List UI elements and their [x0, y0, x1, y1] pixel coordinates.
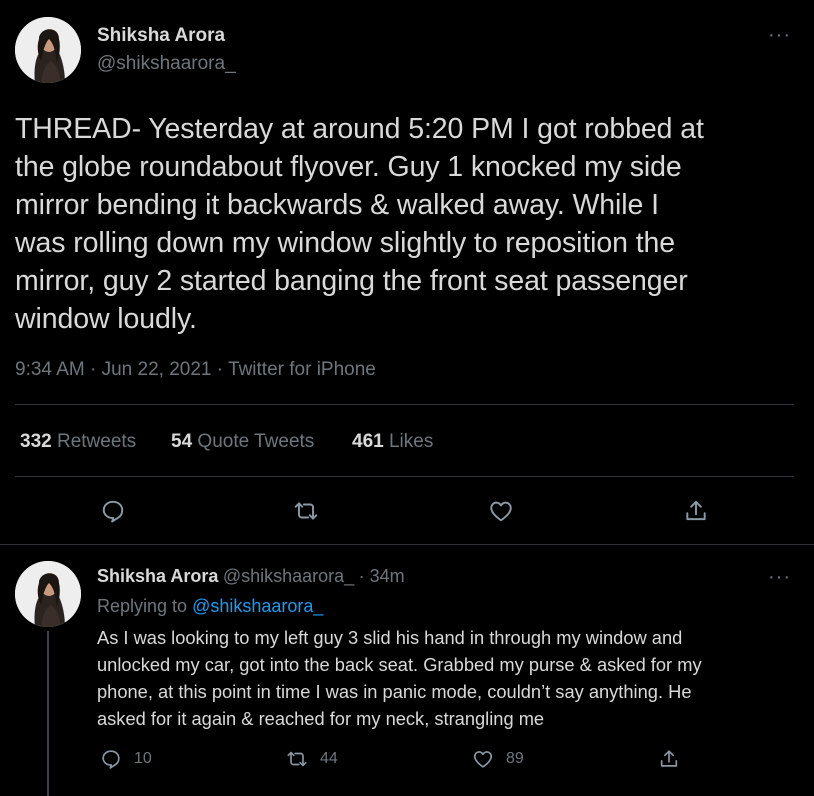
- reply-text: As I was looking to my left guy 3 slid h…: [97, 627, 702, 729]
- retweets-count: 332: [20, 431, 52, 452]
- tweet-date[interactable]: Jun 22, 2021: [102, 359, 212, 380]
- likes-count: 461: [352, 431, 384, 452]
- replying-prefix: Replying to: [97, 596, 193, 616]
- reply-more-options-icon[interactable]: ···: [768, 567, 791, 587]
- avatar-photo: [15, 17, 81, 83]
- share-icon: [660, 750, 678, 767]
- reply-author-avatar[interactable]: [15, 561, 81, 627]
- reply-header: Shiksha Arora @shikshaarora_ · 34m: [97, 566, 405, 587]
- reply-icon: [102, 750, 120, 769]
- retweets-label: Retweets: [56, 431, 137, 452]
- retweets-stat[interactable]: 332 Retweets: [20, 431, 136, 453]
- like-count: 89: [506, 750, 524, 767]
- reply-author-handle[interactable]: @shikshaarora_: [223, 566, 354, 586]
- tweet-meta: 9:34 AM · Jun 22, 2021 · Twitter for iPh…: [15, 359, 376, 381]
- reply-retweet-button[interactable]: 44: [286, 748, 338, 770]
- meta-separator: ·: [84, 359, 102, 380]
- divider: [15, 476, 794, 477]
- reply-icon[interactable]: [97, 495, 129, 527]
- like-icon: [473, 751, 493, 768]
- replying-to-link[interactable]: @shikshaarora_: [192, 596, 323, 616]
- like-icon[interactable]: [485, 495, 517, 527]
- reply-count: 10: [134, 750, 152, 767]
- reply-time[interactable]: · 34m: [359, 566, 405, 586]
- tweet-source[interactable]: Twitter for iPhone: [228, 359, 376, 380]
- reply-like-button[interactable]: 89: [472, 748, 524, 770]
- tweet-text: THREAD- Yesterday at around 5:20 PM I go…: [15, 113, 704, 335]
- quote-count: 54: [171, 431, 193, 452]
- quote-tweets-stat[interactable]: 54 Quote Tweets: [171, 431, 314, 453]
- retweet-icon: [287, 751, 307, 767]
- more-options-icon[interactable]: ···: [768, 25, 791, 45]
- meta-separator: ·: [211, 359, 229, 380]
- author-handle[interactable]: @shikshaarora_: [97, 53, 236, 75]
- likes-label: Likes: [388, 431, 434, 452]
- likes-stat[interactable]: 461 Likes: [352, 431, 433, 453]
- author-avatar[interactable]: [15, 17, 81, 83]
- reply-reply-button[interactable]: 10: [100, 748, 152, 770]
- author-name[interactable]: Shiksha Arora: [97, 25, 225, 47]
- reply-author-name[interactable]: Shiksha Arora: [97, 566, 218, 586]
- replying-to: Replying to @shikshaarora_: [97, 596, 323, 617]
- divider: [0, 544, 814, 545]
- share-icon[interactable]: [680, 495, 712, 527]
- retweet-count: 44: [320, 750, 338, 767]
- thread-connector-line: [47, 631, 49, 796]
- tweet-time[interactable]: 9:34 AM: [15, 359, 85, 380]
- reply-share-button[interactable]: [658, 748, 680, 770]
- divider: [15, 404, 794, 405]
- retweet-icon[interactable]: [290, 495, 322, 527]
- quote-label: Quote Tweets: [197, 431, 315, 452]
- avatar-photo: [15, 561, 81, 627]
